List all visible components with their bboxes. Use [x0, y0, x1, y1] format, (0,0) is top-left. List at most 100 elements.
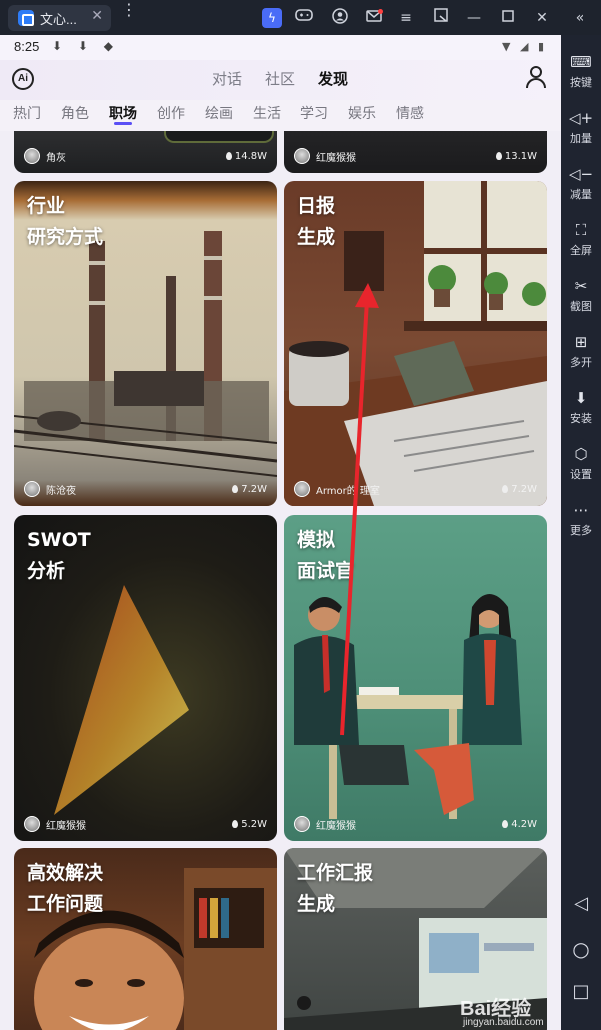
flame-icon: [225, 152, 232, 160]
category-tabs: 热门 角色 职场 创作 绘画 生活 学习 娱乐 情感: [0, 100, 561, 132]
card-footer: 红魔猴猴 13.1W: [294, 147, 537, 165]
close-icon[interactable]: ✕: [532, 8, 552, 28]
card-likes: 14.8W: [225, 151, 267, 162]
install-apk-button[interactable]: ⬇ 安装: [561, 389, 601, 426]
category-life[interactable]: 生活: [253, 103, 281, 123]
screenshot-button[interactable]: ✂ 截图: [561, 277, 601, 314]
sidebar-label: 按键: [570, 76, 592, 89]
account-icon[interactable]: [330, 8, 350, 28]
tab-title: 文心...: [40, 11, 77, 27]
card-likes: 4.2W: [502, 819, 537, 830]
minimize-icon[interactable]: —: [464, 8, 484, 28]
window-tab[interactable]: 文心... ✕: [8, 5, 111, 31]
ai-logo-icon[interactable]: Ai: [12, 68, 34, 90]
lightning-icon[interactable]: ϟ: [262, 8, 282, 28]
card-footer: 红魔猴猴 5.2W: [24, 815, 267, 833]
card-title: 工作汇报 生成: [297, 862, 374, 915]
tab-discover[interactable]: 发现: [318, 68, 348, 89]
category-emotion[interactable]: 情感: [396, 103, 424, 123]
flame-icon: [495, 152, 502, 160]
category-workplace[interactable]: 职场: [109, 103, 137, 123]
home-icon: ○: [572, 937, 590, 961]
agent-card[interactable]: 角灰 14.8W: [14, 131, 277, 173]
mail-icon[interactable]: [364, 8, 384, 28]
agent-card[interactable]: 行业 研究方式 陈沧夜 7.2W: [14, 181, 277, 506]
settings-button[interactable]: ⬡ 设置: [561, 445, 601, 482]
card-likes: 13.1W: [495, 151, 537, 162]
keymap-button[interactable]: ⌨ 按键: [561, 53, 601, 90]
card-image: [164, 131, 274, 143]
sidebar-label: 设置: [570, 468, 592, 481]
category-hot[interactable]: 热门: [13, 103, 41, 123]
collapse-icon[interactable]: «: [570, 8, 590, 28]
flame-icon: [502, 820, 509, 828]
card-author: 红魔猴猴: [316, 152, 356, 164]
card-likes: 7.2W: [502, 484, 537, 495]
card-author: 红魔猴猴: [316, 820, 356, 832]
card-title: 行业 研究方式: [27, 195, 104, 248]
phone-screen: 8:25 ⬇ ⬇ ◆ ▼ ◢ ▮ Ai 对话 社区 发现 热门 角色 职场 创作…: [0, 35, 561, 1030]
sidebar-label: 更多: [570, 524, 592, 537]
category-study[interactable]: 学习: [300, 103, 328, 123]
more-icon: ⋯: [573, 501, 589, 519]
gamepad-icon[interactable]: [294, 8, 314, 28]
recent-apps-button[interactable]: □: [561, 981, 601, 1002]
back-button[interactable]: ◁: [561, 893, 601, 914]
card-author: 陈沧夜: [46, 485, 76, 497]
card-title: 日报 生成: [297, 195, 336, 248]
more-options-icon[interactable]: ⋮: [121, 2, 137, 18]
back-icon: ◁: [574, 893, 588, 914]
status-bar: 8:25 ⬇ ⬇ ◆ ▼ ◢ ▮: [0, 35, 561, 60]
volume-down-button[interactable]: ◁− 减量: [561, 165, 601, 202]
category-painting[interactable]: 绘画: [205, 103, 233, 123]
avatar: [24, 816, 40, 832]
sidebar-label: 加量: [570, 132, 592, 145]
more-button[interactable]: ⋯ 更多: [561, 501, 601, 538]
agent-card[interactable]: 高效解决 工作问题: [14, 848, 277, 1030]
keyboard-icon: ⌨: [570, 53, 592, 71]
agent-card[interactable]: SWOT 分析 红魔猴猴 5.2W: [14, 515, 277, 841]
avatar: [294, 148, 310, 164]
sidebar-label: 安装: [570, 412, 592, 425]
card-footer: 角灰 14.8W: [24, 147, 267, 165]
multi-instance-icon: ⊞: [574, 333, 588, 351]
emulator-sidebar: ⌨ 按键 ◁+ 加量 ◁− 减量 ⛶ 全屏 ✂ 截图 ⊞ 多开 ⬇ 安装 ⬡ 设…: [561, 35, 601, 1030]
avatar: [294, 481, 310, 497]
category-entertainment[interactable]: 娱乐: [348, 103, 376, 123]
flame-icon: [502, 485, 509, 493]
tab-community[interactable]: 社区: [265, 68, 295, 89]
popout-icon[interactable]: [431, 8, 451, 28]
card-author: 角灰: [46, 152, 66, 164]
apk-install-icon: ⬇: [574, 389, 588, 407]
tab-close-icon[interactable]: ✕: [91, 8, 103, 24]
menu-icon[interactable]: ≡: [396, 8, 416, 28]
volume-up-icon: ◁+: [568, 109, 594, 127]
agent-card[interactable]: 红魔猴猴 13.1W: [284, 131, 547, 173]
user-profile-icon[interactable]: [525, 66, 547, 90]
notification-dot: [378, 9, 383, 14]
multi-instance-button[interactable]: ⊞ 多开: [561, 333, 601, 370]
volume-up-button[interactable]: ◁+ 加量: [561, 109, 601, 146]
app-header: Ai 对话 社区 发现: [0, 60, 561, 100]
home-button[interactable]: ○: [561, 937, 601, 961]
agent-card[interactable]: 模拟 面试官 红魔猴猴 4.2W: [284, 515, 547, 841]
card-author: 红魔猴猴: [46, 820, 86, 832]
card-title: SWOT 分析: [27, 529, 91, 582]
sidebar-label: 多开: [570, 356, 592, 369]
status-notification-icons: ⬇ ⬇ ◆: [52, 39, 119, 53]
category-creation[interactable]: 创作: [157, 103, 185, 123]
fullscreen-icon: ⛶: [575, 221, 587, 239]
category-role[interactable]: 角色: [61, 103, 89, 123]
volume-down-icon: ◁−: [568, 165, 594, 183]
fullscreen-button[interactable]: ⛶ 全屏: [561, 221, 601, 258]
scissors-icon: ✂: [574, 277, 588, 295]
card-feed: 角灰 14.8W 红魔猴猴 13.1W 行业 研究方式 陈沧夜 7.2W 日报 …: [0, 131, 561, 1030]
baidu-watermark-url: jingyan.baidu.com: [463, 1017, 544, 1028]
agent-card[interactable]: 日报 生成 Armor的 理室 7.2W: [284, 181, 547, 506]
recent-apps-icon: □: [572, 981, 590, 1002]
tab-dialog[interactable]: 对话: [212, 68, 242, 89]
flame-icon: [232, 485, 239, 493]
emulator-titlebar: 文心... ✕ ⋮ ϟ ≡ — ✕ «: [0, 0, 601, 35]
maximize-icon[interactable]: [498, 8, 518, 28]
sidebar-label: 截图: [570, 300, 592, 313]
